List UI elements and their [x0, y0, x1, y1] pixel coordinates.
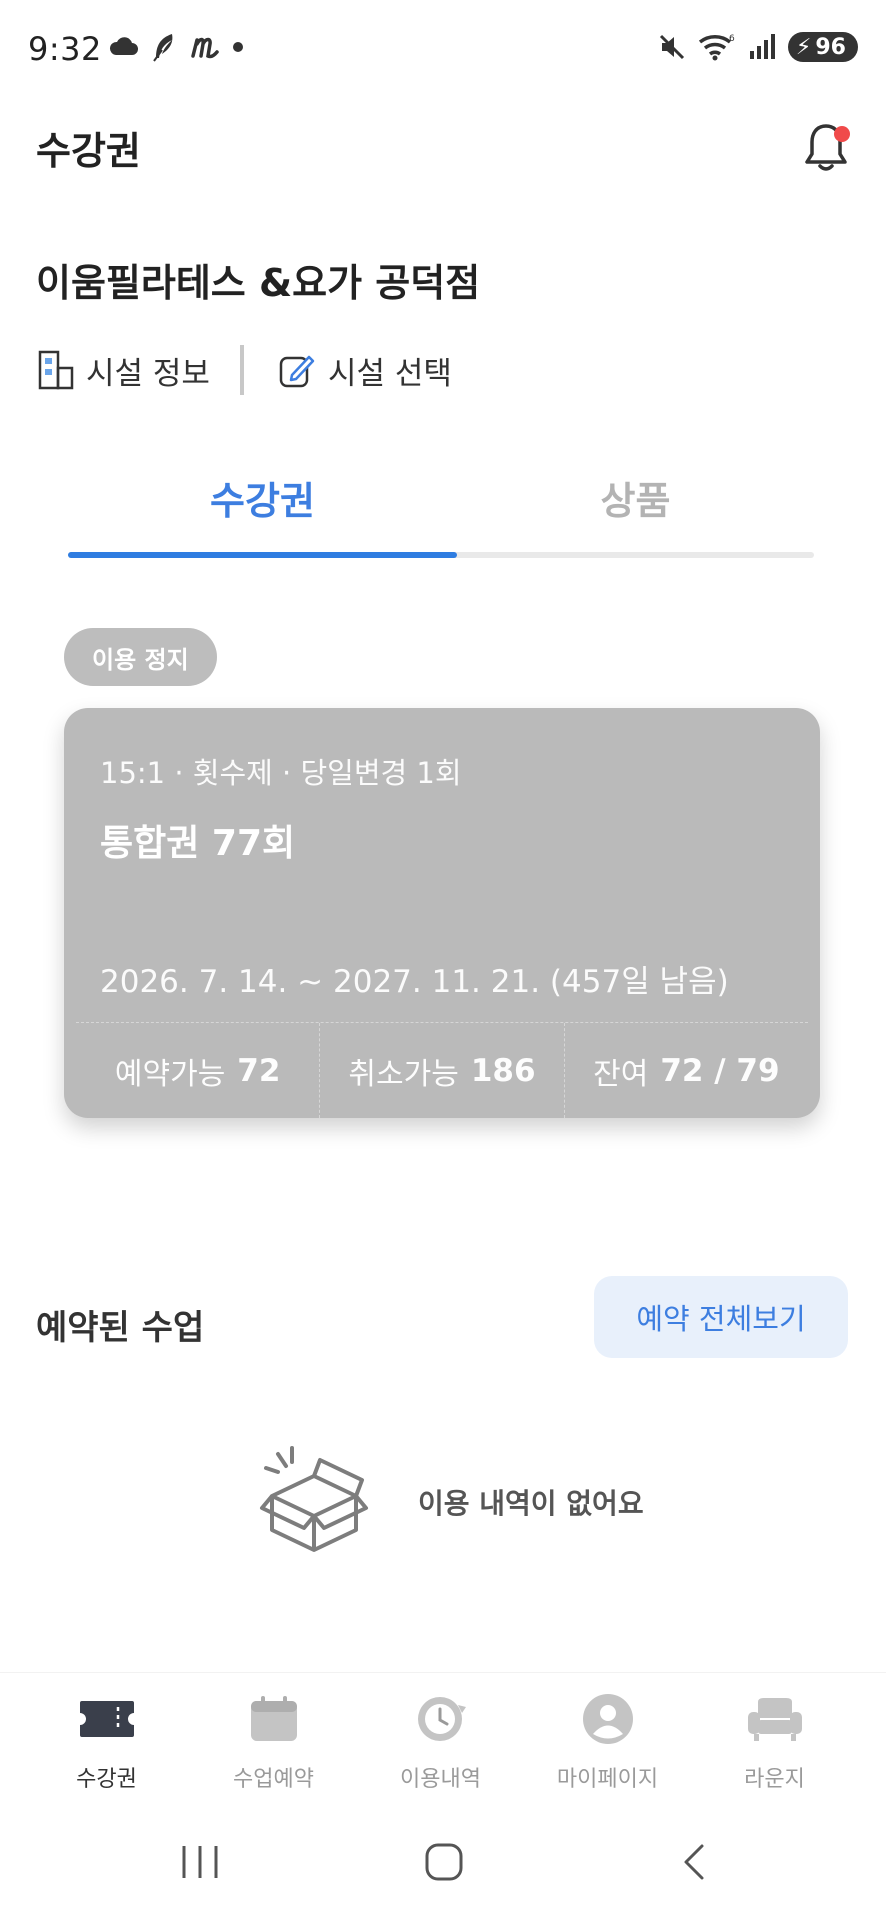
bottom-nav: 수강권 수업예약 이용내역 마이페이지 라운지: [0, 1672, 886, 1812]
mute-icon: [659, 34, 684, 60]
page-title: 수강권: [36, 129, 141, 173]
user-icon: [582, 1694, 633, 1744]
wifi-icon: 6: [698, 34, 735, 61]
empty-state-message: 이용 내역이 없어요: [418, 1487, 644, 1520]
tab-pass[interactable]: 수강권: [68, 470, 457, 525]
history-clock-icon: [417, 1697, 466, 1741]
tab-products[interactable]: 상품: [457, 470, 814, 525]
ticket-icon: [79, 1701, 134, 1737]
pass-stats: 예약가능 72 취소가능 186 잔여 72 / 79: [76, 1022, 808, 1118]
status-system-icons: 6 ⚡ 96: [658, 32, 858, 62]
stat-bookable: 예약가능 72: [76, 1023, 319, 1118]
facility-info-button[interactable]: 시설 정보: [38, 348, 210, 393]
recent-apps-icon[interactable]: [178, 1842, 222, 1882]
nav-label: 이용내역: [400, 1767, 481, 1792]
nav-label: 수업예약: [233, 1767, 314, 1792]
notification-badge: [834, 126, 850, 142]
facility-select-label: 시설 선택: [327, 355, 452, 392]
signal-icon: [749, 34, 775, 59]
view-all-reservations-button[interactable]: 예약 전체보기: [594, 1276, 848, 1358]
edit-icon: [279, 355, 315, 388]
nav-label: 라운지: [744, 1767, 805, 1792]
stat-value: 72: [237, 1052, 281, 1089]
nav-label: 마이페이지: [556, 1767, 659, 1792]
facility-info-label: 시설 정보: [86, 355, 210, 392]
nav-label: 수강권: [76, 1767, 137, 1792]
battery-level: 96: [815, 34, 846, 60]
svg-text:6: 6: [729, 34, 735, 44]
tab-bar: 수강권 상품: [68, 460, 814, 560]
facility-select-button[interactable]: 시설 선택: [278, 348, 452, 393]
nav-item-lounge[interactable]: 라운지: [691, 1673, 858, 1812]
stat-label: 취소가능: [348, 1056, 459, 1092]
m-app-icon: [191, 37, 219, 59]
building-icon: [38, 350, 74, 390]
calendar-icon: [250, 1696, 297, 1741]
open-box-icon: [260, 1446, 368, 1552]
status-bar: 9:32 6 ⚡ 96: [0, 0, 886, 100]
divider: [239, 345, 244, 395]
nav-item-history[interactable]: 이용내역: [357, 1673, 524, 1812]
back-icon[interactable]: [678, 1842, 710, 1882]
tab-active-indicator: [68, 552, 457, 558]
status-badge: 이용 정지: [64, 628, 217, 686]
pass-card[interactable]: 15:1 · 횟수제 · 당일변경 1회 통합권 77회 2026. 7. 14…: [64, 708, 820, 1118]
stat-remaining: 잔여 72 / 79: [563, 1023, 808, 1118]
pass-meta: 15:1 · 횟수제 · 당일변경 1회: [100, 756, 462, 790]
feather-icon: [153, 34, 173, 62]
cloud-icon: [109, 37, 138, 55]
stat-cancelable: 취소가능 186: [319, 1023, 563, 1118]
facility-actions: 시설 정보 시설 선택: [38, 344, 452, 396]
pass-name: 통합권 77회: [100, 823, 296, 864]
bolt-icon: ⚡: [795, 34, 812, 60]
nav-item-class-booking[interactable]: 수업예약: [190, 1673, 357, 1812]
pass-period: 2026. 7. 14. ~ 2027. 11. 21. (457일 남음): [100, 964, 729, 1000]
facility-name: 이움필라테스 &요가 공덕점: [36, 261, 481, 305]
stat-label: 잔여: [593, 1056, 649, 1092]
nav-item-mypage[interactable]: 마이페이지: [524, 1673, 691, 1812]
home-icon[interactable]: [424, 1842, 464, 1882]
stat-value: 186: [470, 1052, 536, 1089]
system-nav-bar: [0, 1812, 886, 1920]
status-time: 9:32: [28, 30, 102, 68]
status-notification-icons: [108, 32, 244, 62]
reserved-section-title: 예약된 수업: [36, 1308, 205, 1348]
dot-icon: [233, 42, 243, 52]
stat-value: 72 / 79: [660, 1052, 780, 1089]
armchair-icon: [747, 1698, 802, 1741]
battery-icon: ⚡ 96: [787, 32, 858, 62]
nav-item-pass[interactable]: 수강권: [23, 1673, 190, 1812]
stat-label: 예약가능: [114, 1056, 226, 1092]
